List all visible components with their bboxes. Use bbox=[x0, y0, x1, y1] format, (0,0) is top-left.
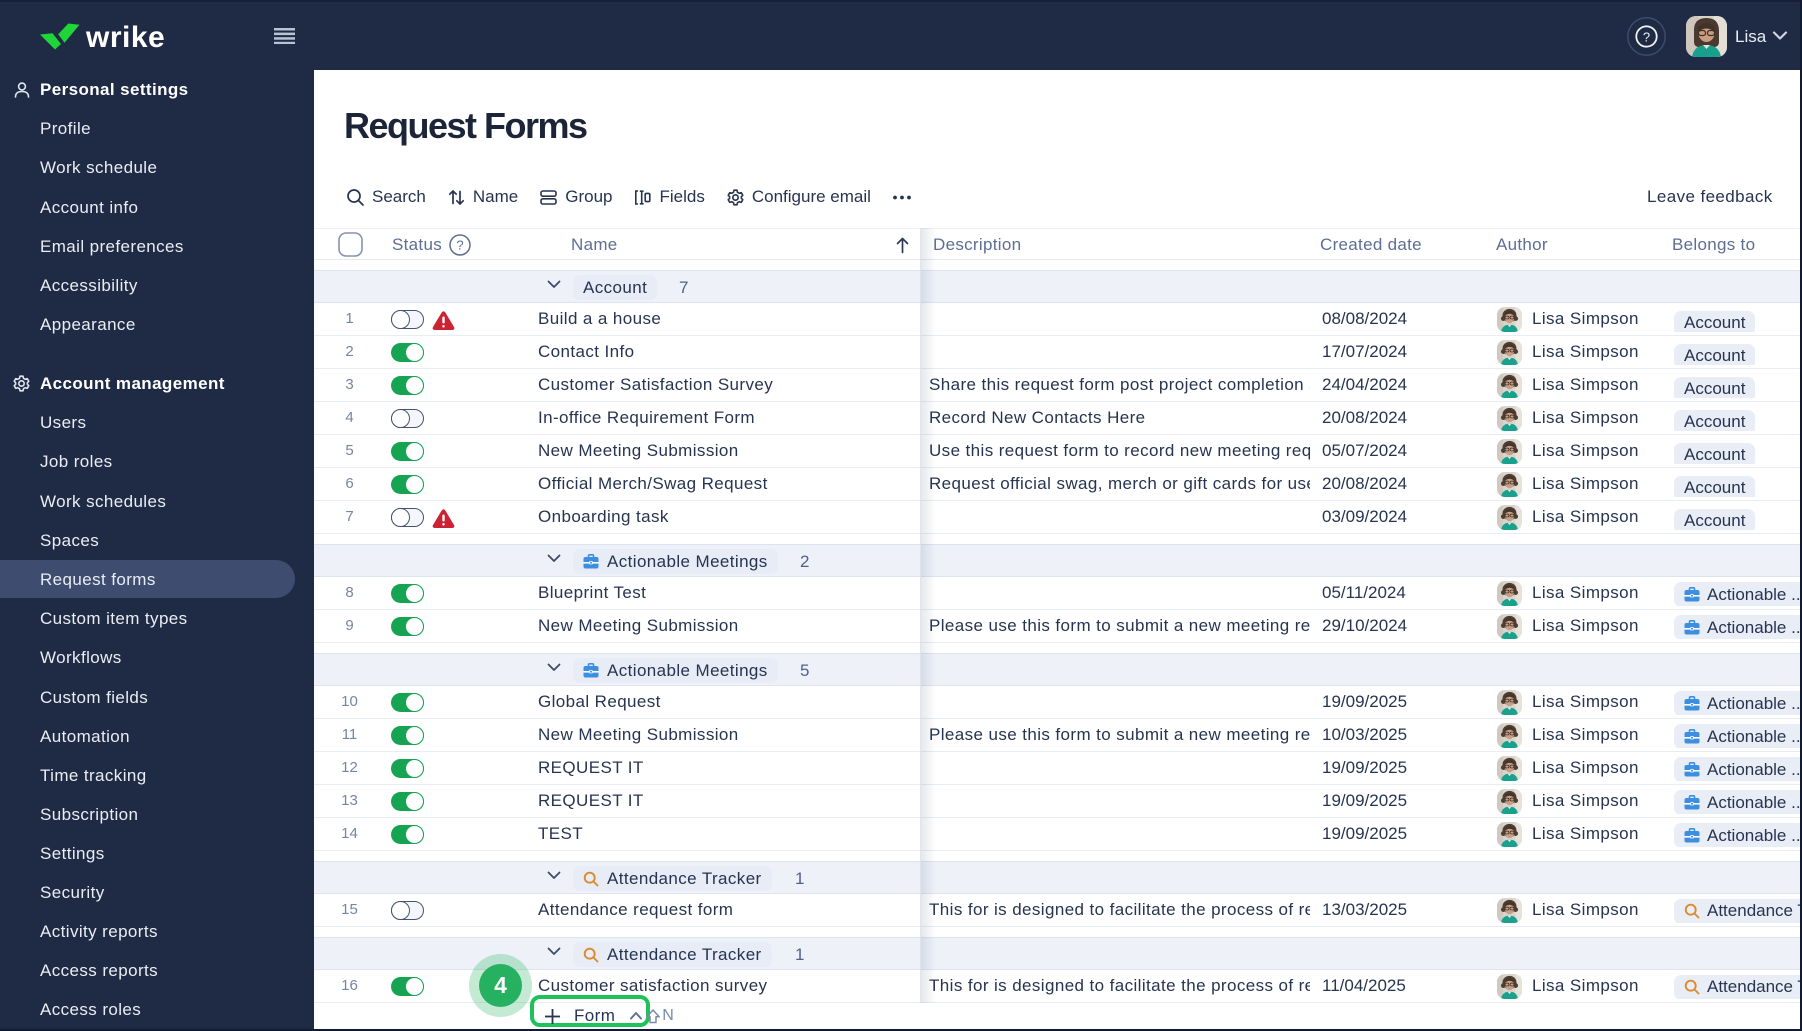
svg-text:wrike: wrike bbox=[85, 21, 165, 54]
svg-text:?: ? bbox=[456, 238, 463, 253]
svg-text:?: ? bbox=[1643, 30, 1650, 45]
